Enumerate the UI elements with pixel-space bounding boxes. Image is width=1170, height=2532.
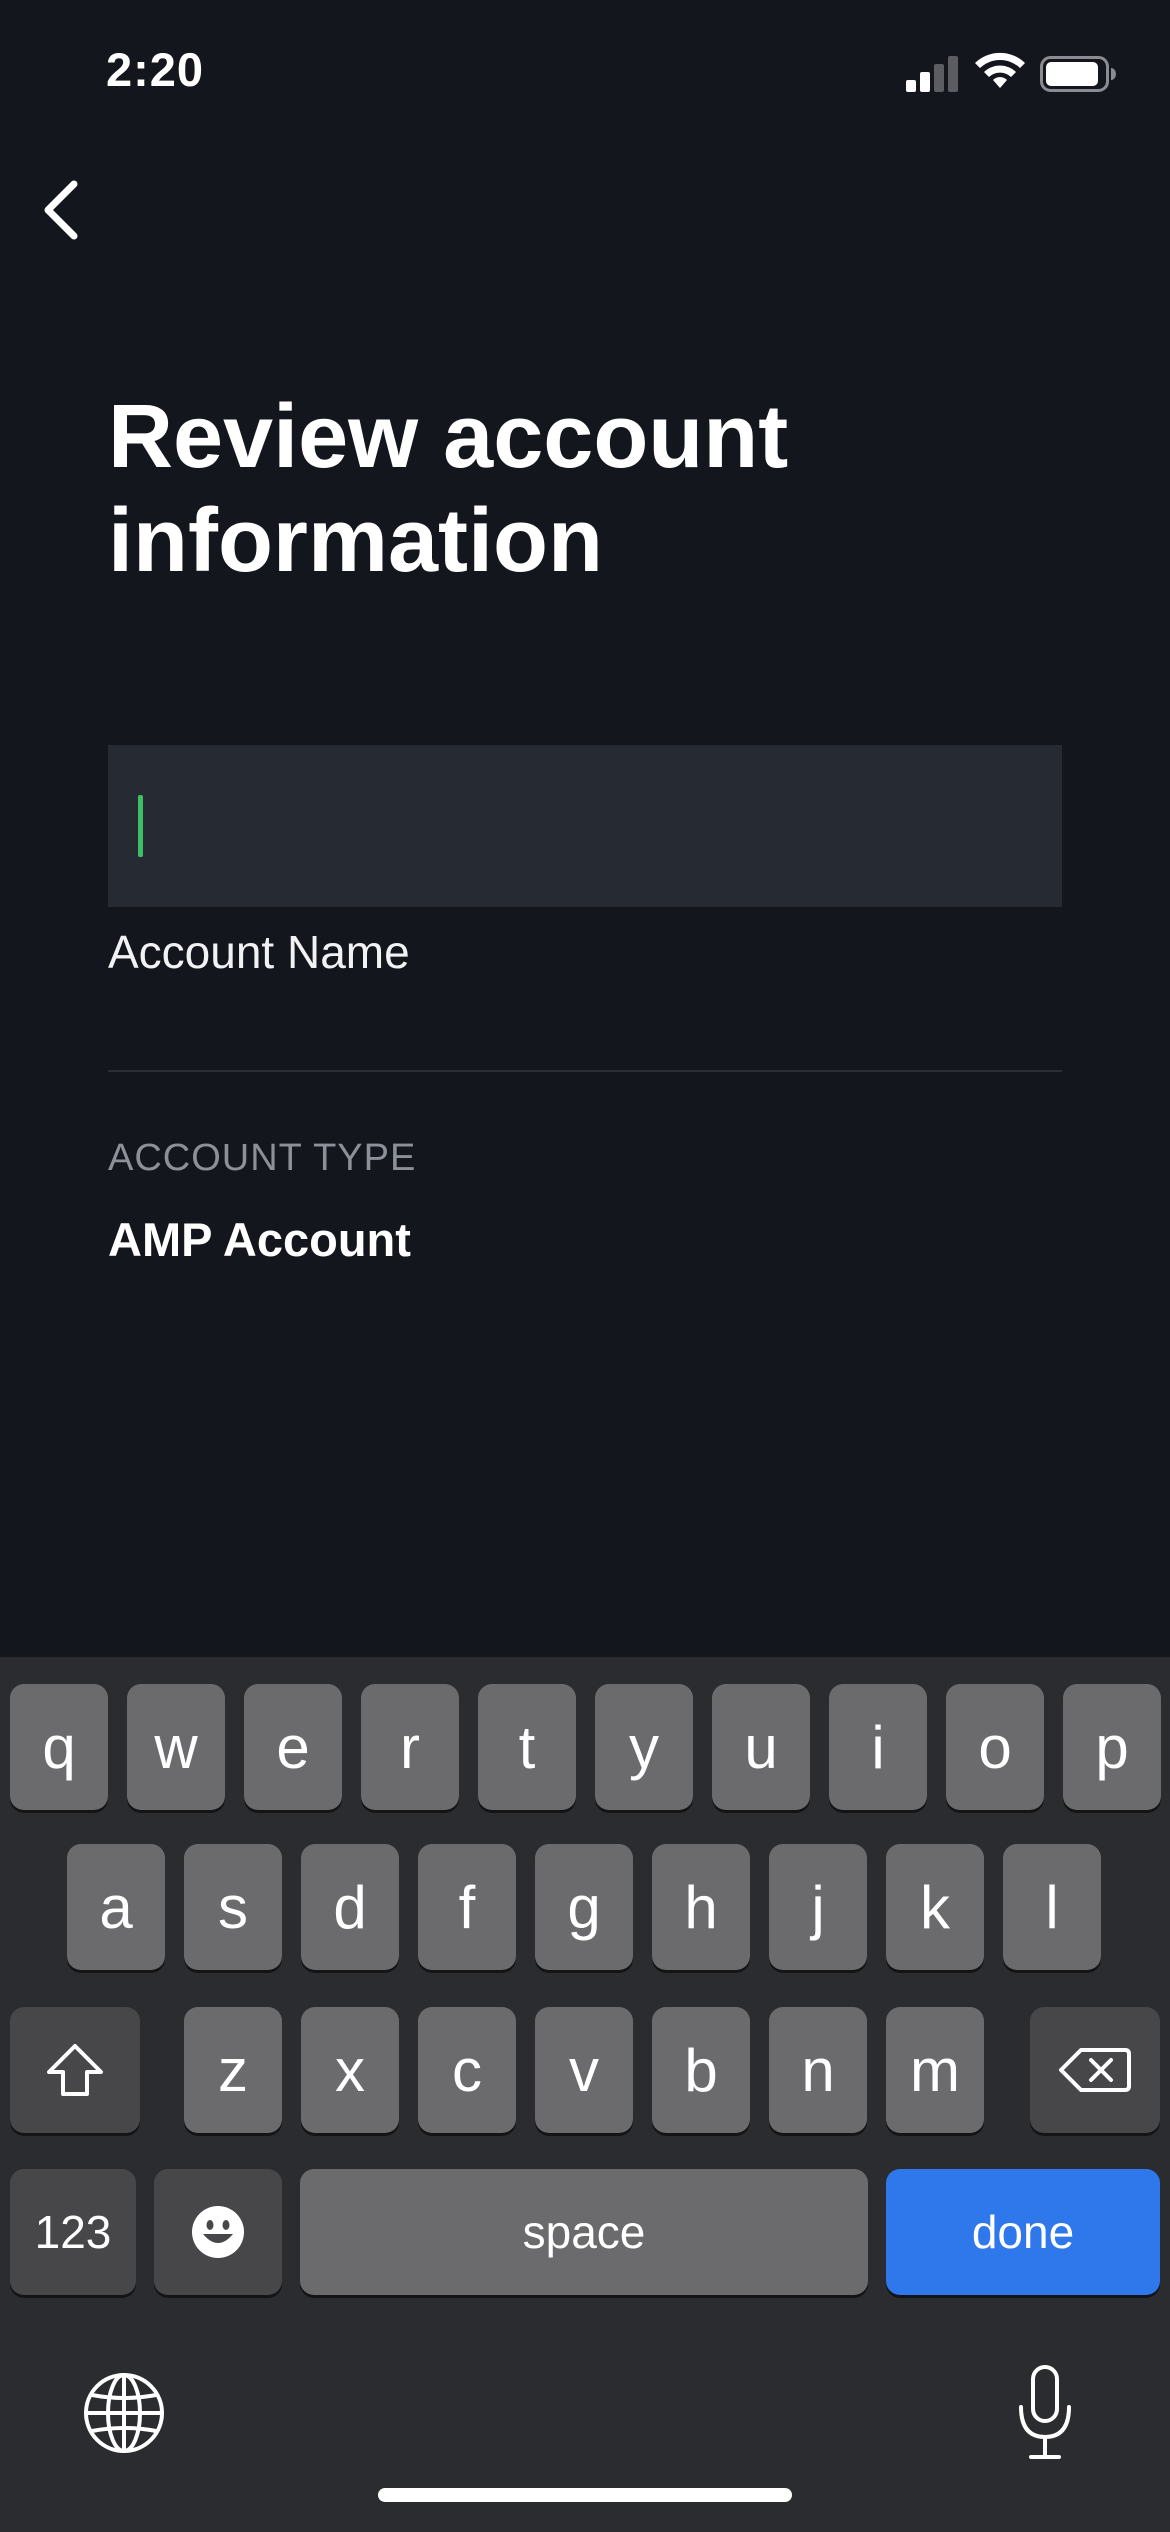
status-bar: 2:20 [0, 0, 1170, 150]
done-key[interactable]: done [886, 2169, 1160, 2295]
status-time: 2:20 [106, 43, 205, 96]
emoji-key[interactable] [154, 2169, 282, 2295]
back-button[interactable] [20, 170, 100, 250]
key-t[interactable]: t [478, 1684, 576, 1810]
key-p[interactable]: p [1063, 1684, 1161, 1810]
account-name-input[interactable] [108, 745, 1062, 907]
key-v[interactable]: v [535, 2007, 633, 2133]
key-w[interactable]: w [127, 1684, 225, 1810]
key-j[interactable]: j [769, 1844, 867, 1970]
key-b[interactable]: b [652, 2007, 750, 2133]
divider [108, 1070, 1062, 1072]
account-type-label: ACCOUNT TYPE [108, 1137, 417, 1179]
key-m[interactable]: m [886, 2007, 984, 2133]
key-r[interactable]: r [361, 1684, 459, 1810]
delete-key[interactable] [1030, 2007, 1160, 2133]
key-e[interactable]: e [244, 1684, 342, 1810]
screen: 2:20 Review account information Account … [0, 0, 1170, 2532]
key-z[interactable]: z [184, 2007, 282, 2133]
key-l[interactable]: l [1003, 1844, 1101, 1970]
key-u[interactable]: u [712, 1684, 810, 1810]
numbers-key[interactable]: 123 [10, 2169, 136, 2295]
cellular-signal-icon [906, 56, 960, 92]
key-g[interactable]: g [535, 1844, 633, 1970]
chevron-left-icon [44, 180, 78, 240]
key-a[interactable]: a [67, 1844, 165, 1970]
emoji-icon [192, 2206, 244, 2258]
key-c[interactable]: c [418, 2007, 516, 2133]
key-n[interactable]: n [769, 2007, 867, 2133]
key-d[interactable]: d [301, 1844, 399, 1970]
globe-button[interactable] [78, 2367, 170, 2459]
page-title: Review account information [108, 387, 789, 591]
shift-key[interactable] [10, 2007, 140, 2133]
key-y[interactable]: y [595, 1684, 693, 1810]
globe-icon [84, 2373, 164, 2453]
shift-icon [47, 2044, 103, 2096]
key-h[interactable]: h [652, 1844, 750, 1970]
key-o[interactable]: o [946, 1684, 1044, 1810]
home-indicator [378, 2488, 792, 2502]
dictation-button[interactable] [1000, 2361, 1090, 2465]
wifi-icon [975, 52, 1025, 88]
key-s[interactable]: s [184, 1844, 282, 1970]
account-type-value: AMP Account [108, 1213, 411, 1266]
key-q[interactable]: q [10, 1684, 108, 1810]
keyboard: q w e r t y u i o p a s d f g h j k l z … [0, 1657, 1170, 2532]
text-cursor [138, 795, 143, 857]
key-i[interactable]: i [829, 1684, 927, 1810]
battery-icon [1040, 56, 1116, 92]
key-k[interactable]: k [886, 1844, 984, 1970]
space-key[interactable]: space [300, 2169, 868, 2295]
delete-icon [1059, 2048, 1131, 2092]
key-f[interactable]: f [418, 1844, 516, 1970]
account-name-label: Account Name [108, 926, 410, 978]
microphone-icon [1019, 2365, 1071, 2459]
key-x[interactable]: x [301, 2007, 399, 2133]
